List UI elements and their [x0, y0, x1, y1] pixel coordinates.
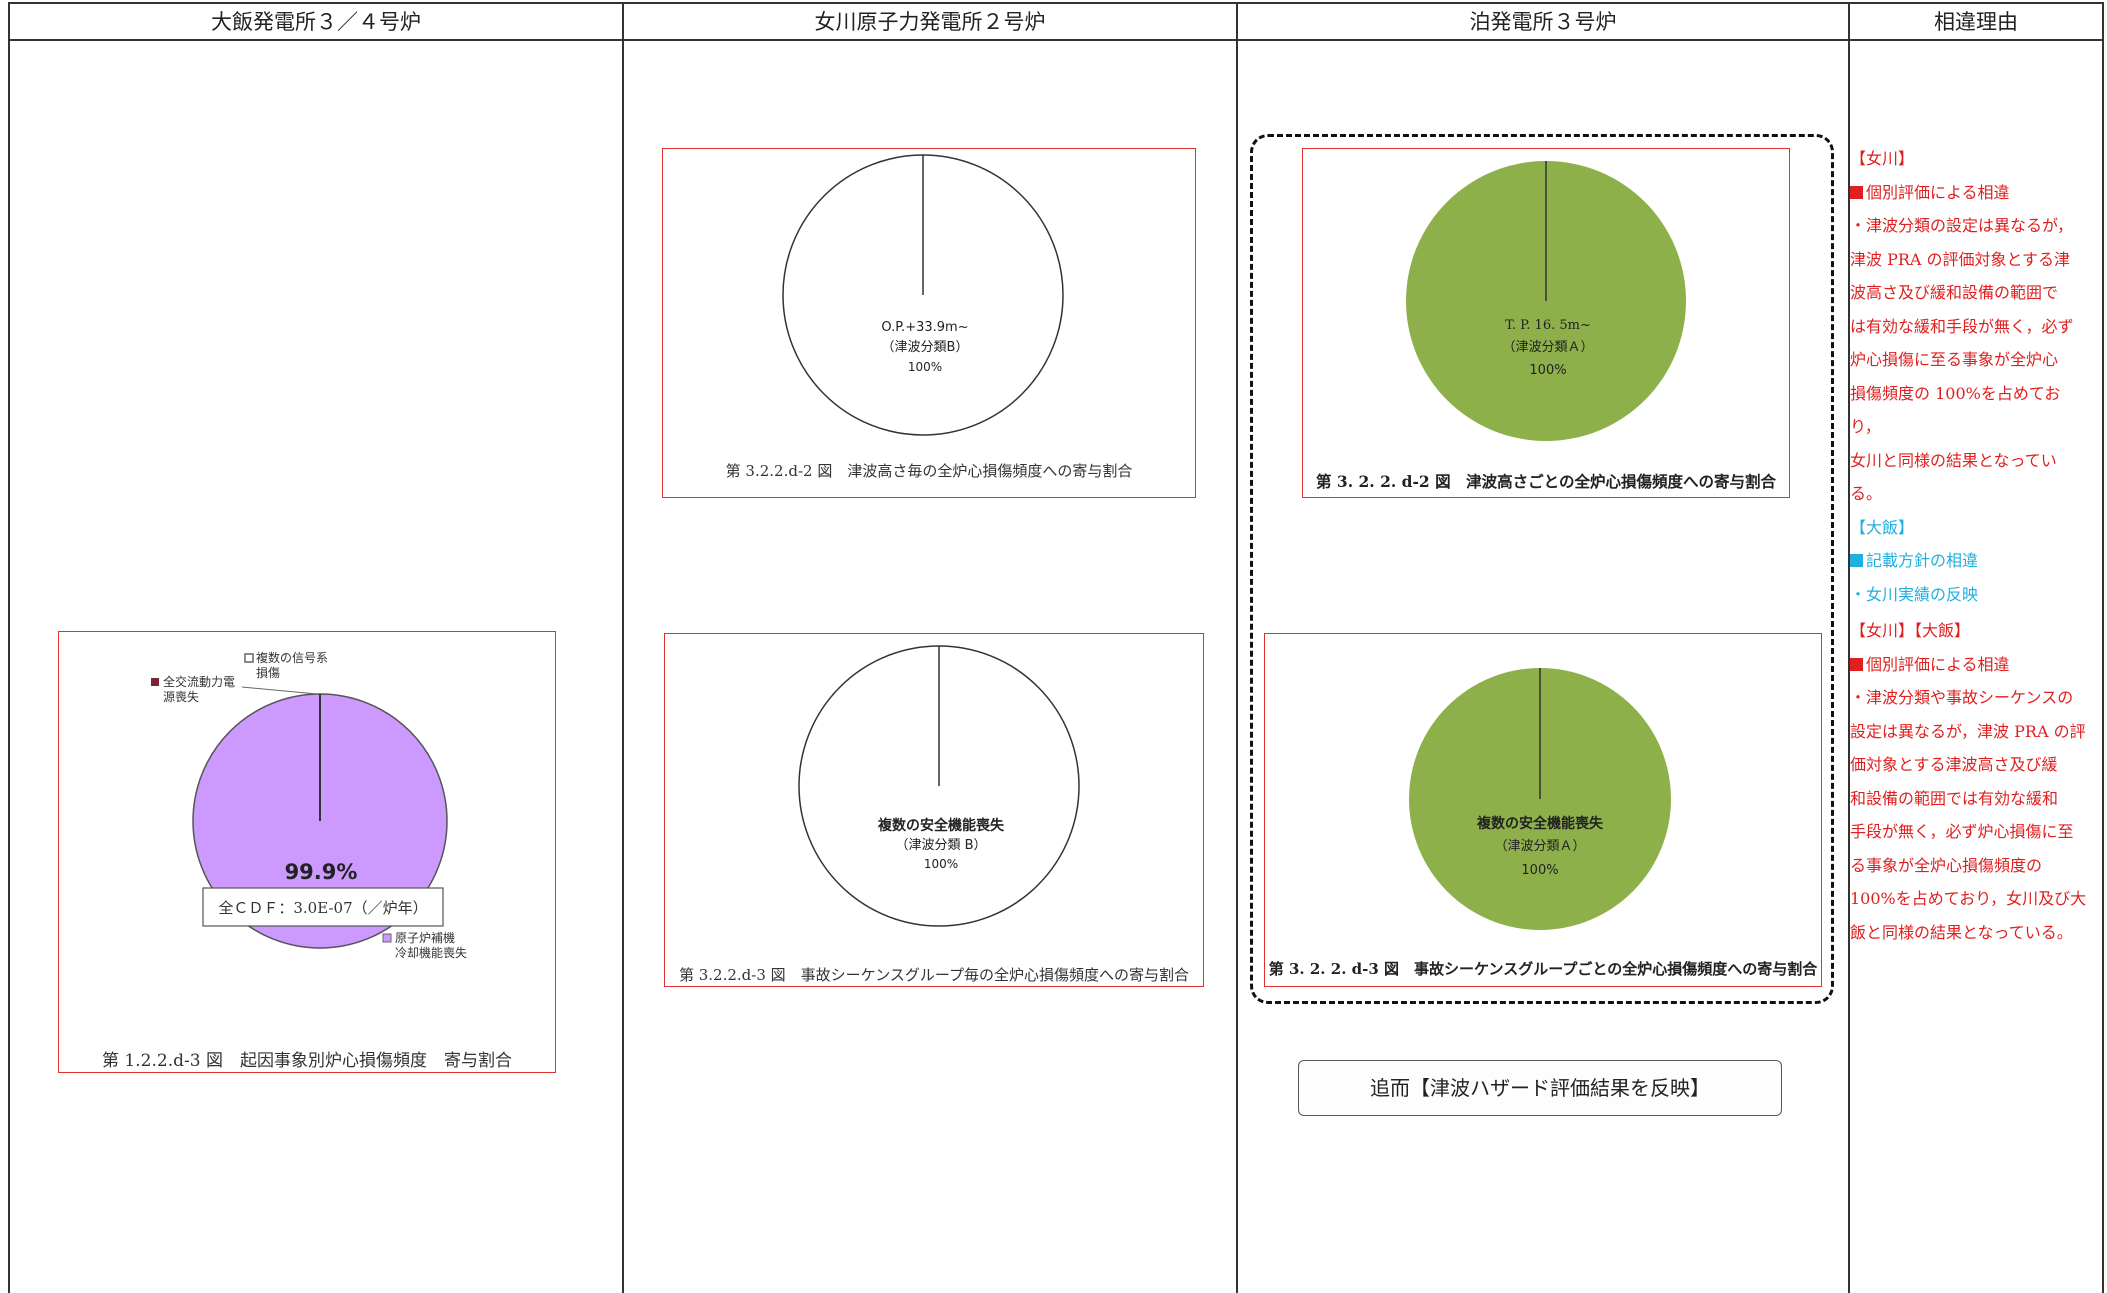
tomari-pie2-label-2: （津波分類Ａ）	[1494, 839, 1585, 854]
tomari-figure-2-caption: 第 3. 2. 2. d-3 図 事故シーケンスグループごとの全炉心損傷頻度への…	[1268, 960, 1818, 978]
reason-item-1-line: 波高さ及び緩和設備の範囲で	[1850, 283, 2059, 302]
reason-item-1-line: る。	[1850, 484, 1883, 503]
ohi-legend-ac: 全交流動力電	[163, 674, 235, 689]
ohi-legend-swatch-ac	[151, 678, 159, 686]
reason-item-3-line: 手段が無く，必ず炉心損傷に至	[1850, 822, 2074, 841]
reason-item-3-line: ・津波分類や事故シーケンスの	[1850, 688, 2074, 707]
reason-item-1-line: ・津波分類の設定は異なるが，	[1850, 216, 2074, 235]
cyan-square-icon	[1850, 554, 1863, 567]
reason-onagawa-tag: 【女川】	[1850, 149, 1915, 168]
onagawa-pie1-label-1: O.P.+33.9m~	[881, 320, 968, 335]
reason-item-2-title: 記載方針の相違	[1850, 544, 2090, 578]
reason-item-1-line: 女川と同様の結果となってい	[1850, 450, 2057, 470]
column-divider-1	[622, 2, 624, 1293]
column-header-tomari: 泊発電所３号炉	[1469, 10, 1617, 34]
onagawa-pie2-label-3: 100%	[924, 857, 958, 871]
tomari-pie-chart-2: 複数の安全機能喪失 （津波分類Ａ） 100%	[1409, 668, 1671, 930]
ohi-legend-signal: 複数の信号系	[256, 650, 328, 665]
reason-item-1-line: は有効な緩和手段が無く，必ず	[1850, 316, 2074, 336]
ohi-legend-rcs: 原子炉補機	[395, 930, 455, 945]
reason-item-3-line: 和設備の範囲では有効な緩和	[1850, 788, 2059, 808]
reason-item-3-line: 価対象とする津波高さ及び緩	[1850, 755, 2058, 774]
reason-item-1-line: 津波 PRA の評価対象とする津	[1850, 249, 2071, 269]
ohi-legend-ac-2: 源喪失	[163, 689, 199, 704]
table-left-border	[8, 2, 10, 1293]
tomari-figure-1-frame: T. P. 16. 5m~ （津波分類Ａ） 100% 第 3. 2. 2. d-…	[1302, 148, 1790, 498]
column-header-onagawa: 女川原子力発電所２号炉	[814, 10, 1046, 34]
ohi-figure-caption: 第 1.2.2.d-3 図 起因事象別炉心損傷頻度 寄与割合	[102, 1051, 512, 1071]
ohi-legend-swatch-signal	[244, 653, 254, 663]
onagawa-pie-chart-2: 複数の安全機能喪失 （津波分類 B） 100%	[798, 645, 1080, 927]
tomari-pie1-label-2: （津波分類Ａ）	[1502, 340, 1593, 355]
onagawa-pie2-label-1: 複数の安全機能喪失	[877, 817, 1005, 834]
onagawa-figure-2-frame: 複数の安全機能喪失 （津波分類 B） 100% 第 3.2.2.d-3 図 事故…	[664, 633, 1204, 987]
tomari-pie2-label-1: 複数の安全機能喪失	[1476, 815, 1604, 832]
tomari-figure-1-caption: 第 3. 2. 2. d-2 図 津波高さごとの全炉心損傷頻度への寄与割合	[1316, 472, 1776, 491]
reason-item-3-title: 個別評価による相違	[1850, 648, 2090, 682]
reason-ohi-tag: 【大飯】	[1850, 517, 1915, 537]
onagawa-pie1-label-2: （津波分類B）	[882, 340, 969, 355]
tomari-pending-note: 追而【津波ハザード評価結果を反映】	[1298, 1060, 1782, 1116]
onagawa-figure-1-caption: 第 3.2.2.d-2 図 津波高さ毎の全炉心損傷頻度への寄与割合	[725, 462, 1133, 480]
reason-item-1-line: 炉心損傷に至る事象が全炉心	[1850, 350, 2059, 369]
red-square-icon	[1850, 185, 1863, 199]
onagawa-figure-1-frame: O.P.+33.9m~ （津波分類B） 100% 第 3.2.2.d-2 図 津…	[662, 148, 1196, 498]
tomari-figure-2-frame: 複数の安全機能喪失 （津波分類Ａ） 100% 第 3. 2. 2. d-3 図 …	[1264, 633, 1822, 987]
reason-item-1-title: 個別評価による相違	[1850, 176, 2090, 210]
table-right-border	[2102, 2, 2104, 1293]
onagawa-pie2-label-2: （津波分類 B）	[895, 838, 986, 853]
tomari-pie1-label-3: 100%	[1529, 363, 1566, 378]
red-square-icon	[1850, 657, 1863, 671]
reason-block-1: 【女川】 個別評価による相違 ・津波分類の設定は異なるが， 津波 PRA の評価…	[1850, 142, 2090, 611]
ohi-legend-signal-2: 損傷	[256, 665, 280, 680]
reason-item-3-line: 設定は異なるが，津波 PRA の評	[1850, 721, 2086, 741]
ohi-figure-frame: 複数の信号系 損傷 全交流動力電 源喪失 99.9% 全ＣＤＦ：3.0E-07（…	[58, 631, 556, 1073]
column-header-reason: 相違理由	[1934, 10, 2018, 34]
column-header-ohi: 大飯発電所３／４号炉	[211, 10, 421, 34]
ohi-legend-rcs-2: 冷却機能喪失	[395, 945, 467, 960]
tomari-pie1-label-1: T. P. 16. 5m~	[1505, 318, 1591, 333]
reason-item-3-line: 飯と同様の結果となっている。	[1850, 922, 2073, 942]
tomari-pie-chart-1: T. P. 16. 5m~ （津波分類Ａ） 100%	[1406, 161, 1686, 441]
reason-block-2: 【女川】【大飯】 個別評価による相違 ・津波分類や事故シーケンスの 設定は異なる…	[1850, 614, 2090, 949]
ohi-cdf-text: 全ＣＤＦ：3.0E-07（／炉年）	[218, 899, 427, 917]
onagawa-pie1-label-3: 100%	[908, 360, 942, 374]
reason-item-2-line: ・女川実績の反映	[1850, 584, 1979, 604]
reason-both-tag: 【女川】【大飯】	[1850, 621, 1971, 640]
reason-item-3-line: る事象が全炉心損傷頻度の	[1850, 855, 2043, 875]
ohi-legend-leader	[241, 686, 318, 695]
tomari-pie2-label-3: 100%	[1521, 863, 1558, 878]
reason-item-1-line: 損傷頻度の 100%を占めており，	[1850, 383, 2061, 437]
column-divider-2	[1236, 2, 1238, 1293]
ohi-pie-percent: 99.9%	[285, 860, 358, 884]
ohi-legend-swatch-rcs	[382, 933, 392, 943]
ohi-pie-chart: 複数の信号系 損傷 全交流動力電 源喪失 99.9% 全ＣＤＦ：3.0E-07（…	[151, 650, 467, 960]
onagawa-pie-chart-1: O.P.+33.9m~ （津波分類B） 100%	[782, 154, 1064, 436]
onagawa-figure-2-caption: 第 3.2.2.d-3 図 事故シーケンスグループ毎の全炉心損傷頻度への寄与割合	[678, 966, 1190, 984]
reason-item-3-line: 100%を占めており，女川及び大	[1850, 889, 2087, 908]
